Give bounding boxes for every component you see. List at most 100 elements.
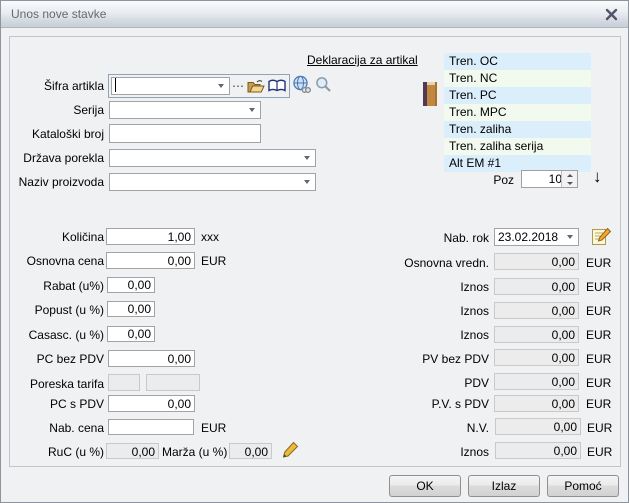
nab-cena-label: Nab. cena (1, 421, 104, 435)
kolicina-label: Količina (1, 230, 104, 244)
open-folder-icon[interactable] (247, 78, 265, 97)
nab-rok-datepicker[interactable]: 23.02.2018 (494, 228, 579, 246)
deklaracija-link[interactable]: Deklaracija za artikal (307, 53, 418, 67)
list-item[interactable]: Tren. MPC (444, 104, 591, 121)
kataloski-broj-input[interactable] (109, 124, 261, 143)
pdv-label: PDV (331, 376, 489, 390)
pv-bez-pdv-field: 0,00 (494, 349, 579, 366)
pc-bez-pdv-input[interactable] (108, 350, 195, 367)
kolicina-input[interactable] (106, 228, 195, 245)
marza-label: Marža (u %) (162, 445, 227, 459)
exit-button[interactable]: Izlaz (468, 475, 540, 497)
nab-cena-unit: EUR (201, 421, 226, 435)
casasc-label: Casasc. (u %) (1, 328, 104, 342)
pdv-unit: EUR (586, 376, 611, 390)
iznos-3-label: Iznos (331, 328, 489, 342)
spin-down-icon[interactable] (562, 179, 577, 187)
edit-note-icon[interactable] (591, 227, 612, 250)
window-title: Unos nove stavke (11, 7, 106, 21)
pv-bez-pdv-unit: EUR (586, 352, 611, 366)
spin-up-icon[interactable] (562, 171, 577, 179)
osnovna-cena-input[interactable] (106, 252, 195, 269)
brown-book-icon[interactable] (422, 80, 438, 111)
help-button[interactable]: Pomoć (547, 475, 619, 497)
list-item[interactable]: Tren. zaliha serija (444, 138, 591, 155)
chevron-down-icon[interactable] (567, 235, 573, 239)
casasc-input[interactable] (107, 326, 155, 342)
kolicina-unit: xxx (201, 230, 219, 244)
titlebar[interactable]: Unos nove stavke (1, 1, 628, 28)
iznos-2-unit: EUR (586, 304, 611, 318)
serija-label: Serija (1, 103, 104, 117)
pv-bez-pdv-label: PV bez PDV (331, 352, 489, 366)
kataloski-broj-label: Kataloški broj (1, 127, 104, 141)
ok-button[interactable]: OK (389, 475, 461, 497)
browse-ellipsis-button[interactable]: ⋯ (232, 79, 246, 93)
iznos-4-label: Iznos (331, 445, 489, 459)
poz-spinner[interactable] (521, 170, 578, 188)
pv-s-pdv-label: P.V. s PDV (331, 397, 489, 411)
osnovna-cena-label: Osnovna cena (1, 254, 104, 268)
iznos-4-unit: EUR (587, 445, 612, 459)
move-down-arrow-icon[interactable]: ↓ (593, 167, 602, 187)
magnifier-icon[interactable] (315, 76, 333, 97)
naziv-proizvoda-combobox[interactable] (109, 173, 316, 191)
poz-label: Poz (461, 173, 514, 187)
nab-rok-value: 23.02.2018 (498, 230, 558, 244)
iznos-1-unit: EUR (586, 280, 611, 294)
nab-cena-input[interactable] (108, 419, 194, 435)
list-item[interactable]: Tren. zaliha (444, 121, 591, 138)
nv-label: N.V. (331, 421, 489, 435)
chevron-down-icon[interactable] (304, 180, 310, 184)
osnovna-vredn-unit: EUR (586, 256, 611, 270)
naziv-proizvoda-label: Naziv proizvoda (1, 175, 104, 189)
sifra-artikla-label: Šifra artikla (1, 79, 104, 93)
list-item[interactable]: Tren. NC (444, 70, 591, 87)
current-values-list[interactable]: Tren. OC Tren. NC Tren. PC Tren. MPC Tre… (444, 53, 591, 172)
iznos-2-label: Iznos (331, 304, 489, 318)
iznos-1-field: 0,00 (494, 278, 579, 295)
pv-s-pdv-field: 0,00 (494, 395, 579, 412)
nab-rok-label: Nab. rok (331, 231, 489, 245)
list-item[interactable]: Tren. OC (444, 53, 591, 70)
list-item[interactable]: Tren. PC (444, 87, 591, 104)
poreska-tarifa-label: Poreska tarifa (1, 377, 104, 391)
ruc-field: 0,00 (106, 443, 159, 459)
nv-field: 0,00 (495, 418, 581, 435)
ruc-label: RuC (u %) (1, 445, 104, 459)
serija-combobox[interactable] (109, 101, 261, 119)
osnovna-vredn-label: Osnovna vredn. (331, 256, 489, 270)
nv-unit: EUR (587, 421, 612, 435)
poz-input[interactable] (522, 171, 564, 187)
open-book-icon[interactable] (267, 78, 287, 97)
rabat-input[interactable] (107, 277, 155, 293)
drzava-porekla-label: Država porekla (1, 151, 104, 165)
iznos-4-field: 0,00 (495, 442, 581, 459)
poreska-tarifa-field-2 (146, 374, 200, 391)
pv-s-pdv-unit: EUR (586, 397, 611, 411)
osnovna-vredn-field: 0,00 (494, 253, 579, 270)
poreska-tarifa-field-1 (108, 374, 140, 391)
text-caret (115, 78, 116, 92)
dialog-unos-nove-stavke: Unos nove stavke Šifra artikla ⋯ (0, 0, 629, 503)
globe-link-icon[interactable] (292, 75, 312, 98)
popust-label: Popust (u %) (1, 303, 104, 317)
pc-bez-pdv-label: PC bez PDV (1, 352, 104, 366)
iznos-2-field: 0,00 (494, 302, 579, 319)
pencil-icon[interactable] (281, 441, 299, 462)
pc-s-pdv-label: PC s PDV (1, 397, 104, 411)
close-icon[interactable] (605, 8, 618, 21)
sifra-artikla-combobox[interactable] (111, 77, 230, 95)
pdv-field: 0,00 (494, 373, 579, 390)
iznos-1-label: Iznos (331, 280, 489, 294)
chevron-down-icon[interactable] (304, 156, 310, 160)
osnovna-cena-unit: EUR (201, 254, 226, 268)
marza-field: 0,00 (229, 443, 272, 459)
iznos-3-unit: EUR (586, 328, 611, 342)
drzava-porekla-combobox[interactable] (109, 149, 316, 167)
pc-s-pdv-input[interactable] (108, 395, 195, 412)
rabat-label: Rabat (u%) (1, 279, 104, 293)
popust-input[interactable] (107, 301, 155, 317)
chevron-down-icon[interactable] (218, 84, 224, 88)
chevron-down-icon[interactable] (249, 108, 255, 112)
